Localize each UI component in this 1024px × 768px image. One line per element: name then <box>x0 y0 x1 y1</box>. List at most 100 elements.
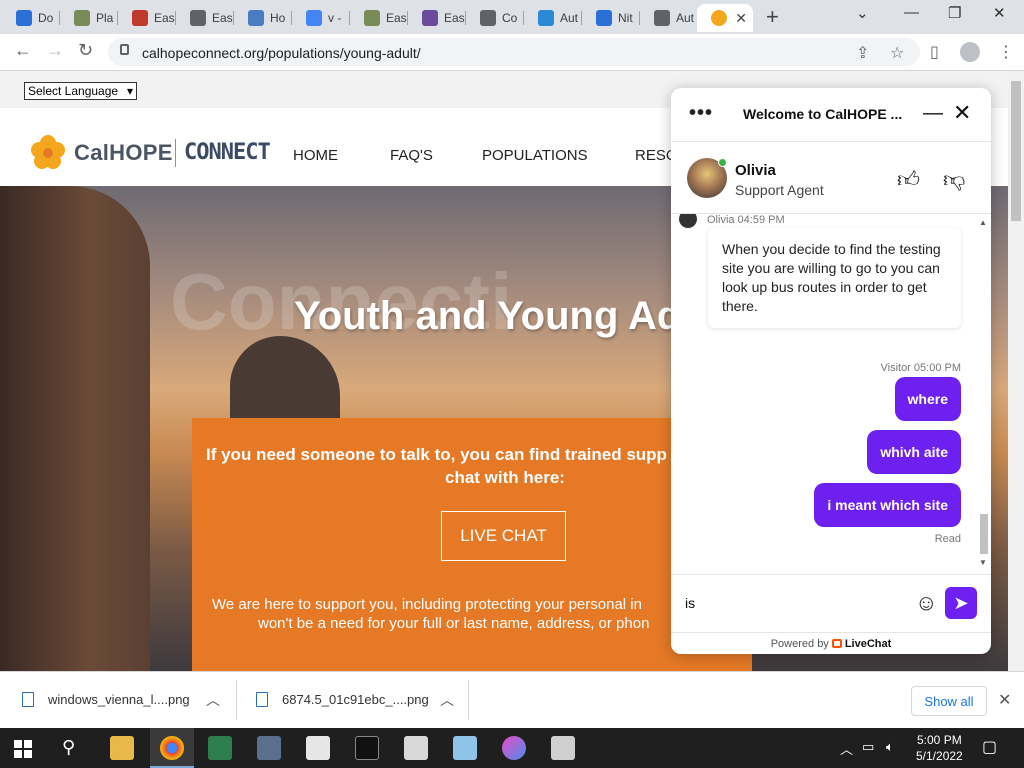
logo-connect[interactable]: CONNECT <box>184 140 271 165</box>
nav-populations[interactable]: POPULATIONS <box>482 147 588 164</box>
emoji-icon[interactable]: ☺ <box>915 590 937 616</box>
browser-tab-label: Eas <box>212 11 233 25</box>
menu-kebab-icon[interactable]: ⋮ <box>998 42 1014 62</box>
chevron-up-icon[interactable]: ︿ <box>440 690 454 710</box>
visitor-message-meta: Visitor 05:00 PM <box>880 362 961 374</box>
thumbs-down-icon[interactable]: 👎︎ <box>943 166 965 193</box>
browser-tab[interactable]: Eas <box>408 4 466 32</box>
network-icon[interactable]: ▭ <box>862 739 874 755</box>
nav-home[interactable]: HOME <box>293 147 338 164</box>
taskbar: ⚲ ︿ ▭ 🔈︎ 5:00 PM 5/1/2022 ▢ <box>0 728 1024 768</box>
close-tab-icon[interactable]: ✕ <box>735 10 747 27</box>
app-icon[interactable] <box>453 736 477 760</box>
browser-tab-label: Do <box>38 11 54 25</box>
support-panel: If you need someone to talk to, you can … <box>192 418 752 671</box>
chat-scrollbar[interactable]: ▲ ▼ <box>977 214 989 570</box>
tray-chevron-icon[interactable]: ︿ <box>840 739 853 758</box>
clock-time: 5:00 PM <box>917 733 962 747</box>
back-button[interactable]: ← <box>14 40 32 61</box>
profile-avatar[interactable] <box>960 42 980 62</box>
flame-icon <box>596 10 612 26</box>
app-icon <box>248 10 264 26</box>
restore-window-button[interactable]: ❐ <box>948 4 961 22</box>
chevron-up-icon[interactable]: ︿ <box>206 690 220 710</box>
download-item[interactable]: 6874.5_01c91ebc_....png <box>256 692 429 707</box>
logo-divider <box>175 139 176 167</box>
browser-tab[interactable]: Aut <box>524 4 582 32</box>
file-icon <box>22 692 34 707</box>
online-status-dot <box>718 158 727 167</box>
bookmark-star-icon[interactable]: ☆ <box>890 43 904 63</box>
windows-start-icon[interactable] <box>14 740 32 758</box>
close-download-bar-icon[interactable]: ✕ <box>998 690 1011 710</box>
logo-text[interactable]: CalHOPE <box>74 140 173 166</box>
browser-tab[interactable]: Eas <box>118 4 176 32</box>
browser-tab[interactable]: Do <box>2 4 60 32</box>
minimize-window-button[interactable]: — <box>904 4 919 21</box>
hero-seastack-image <box>230 336 340 426</box>
browser-tab-label: Eas <box>154 11 175 25</box>
livechat-brand: LiveChat <box>844 638 892 650</box>
browser-tab[interactable]: Ho <box>234 4 292 32</box>
browser-tab[interactable]: Aut <box>640 4 698 32</box>
close-window-button[interactable]: ✕ <box>993 4 1006 22</box>
visitor-message-bubble: whivh aite <box>867 430 961 474</box>
game-icon[interactable] <box>404 736 428 760</box>
scroll-up-arrow-icon[interactable]: ▲ <box>979 218 987 227</box>
notifications-icon[interactable]: ▢ <box>982 737 997 757</box>
send-button[interactable]: ➤ <box>945 587 977 619</box>
game-icon[interactable] <box>551 736 575 760</box>
language-select[interactable]: Select Language <box>24 82 138 100</box>
lock-icon <box>120 44 129 55</box>
app-icon[interactable] <box>208 736 232 760</box>
browser-tab[interactable]: Pla <box>60 4 118 32</box>
thumbs-up-icon[interactable]: 👍︎ <box>897 166 920 193</box>
search-icon[interactable]: ⚲ <box>62 737 75 758</box>
message-composer[interactable]: is ☺ ➤ <box>671 574 991 632</box>
page-scroll-thumb[interactable] <box>1011 81 1021 221</box>
new-tab-button[interactable]: + <box>766 4 779 30</box>
paint-icon[interactable] <box>502 736 526 760</box>
more-options-icon[interactable]: ••• <box>689 102 713 125</box>
7zip-icon[interactable] <box>306 736 330 760</box>
chat-header: ••• Welcome to CalHOPE ... — ✕ <box>671 88 991 142</box>
url-text: calhopeconnect.org/populations/young-adu… <box>142 45 421 61</box>
nav-faqs[interactable]: FAQ'S <box>390 147 433 164</box>
download-item[interactable]: windows_vienna_l....png <box>22 692 190 707</box>
browser-tab[interactable]: Eas <box>350 4 408 32</box>
download-filename: 6874.5_01c91ebc_....png <box>282 692 429 707</box>
browser-tab-label: v - <box>328 11 342 25</box>
browser-tab[interactable]: Eas <box>176 4 234 32</box>
tab-active[interactable]: ✕ <box>697 4 753 32</box>
system-clock[interactable]: 5:00 PM 5/1/2022 <box>916 732 963 764</box>
chrome-icon[interactable] <box>160 736 184 760</box>
browser-tab-label: Eas <box>444 11 465 25</box>
volume-icon[interactable]: 🔈︎ <box>886 739 894 755</box>
live-chat-button[interactable]: LIVE CHAT <box>441 511 566 561</box>
game-icon <box>74 10 90 26</box>
message-input[interactable]: is <box>685 595 695 611</box>
browser-tab[interactable]: Nit <box>582 4 640 32</box>
forward-button[interactable]: → <box>46 40 64 61</box>
reload-button[interactable]: ↻ <box>78 40 93 61</box>
game-icon <box>364 10 380 26</box>
minimize-chat-button[interactable]: — <box>923 102 943 125</box>
address-bar[interactable]: calhopeconnect.org/populations/young-adu… <box>108 38 920 66</box>
browser-tab[interactable]: Co <box>466 4 524 32</box>
page-scrollbar[interactable] <box>1008 71 1024 671</box>
terminal-icon[interactable] <box>355 736 379 760</box>
support-message-line2: chat with here: <box>445 468 565 487</box>
powered-by-footer[interactable]: Powered by LiveChat <box>671 632 991 654</box>
sidebar-icon[interactable]: ▯ <box>930 42 939 62</box>
computer-icon[interactable] <box>257 736 281 760</box>
show-all-downloads-button[interactable]: Show all <box>911 686 987 716</box>
browser-tab[interactable]: v - <box>292 4 350 32</box>
close-chat-button[interactable]: ✕ <box>953 100 971 126</box>
tab-search-icon[interactable]: ⌄ <box>856 4 869 22</box>
chat-scroll-thumb[interactable] <box>980 514 988 554</box>
share-icon[interactable]: ⇪ <box>856 43 869 63</box>
file-explorer-icon[interactable] <box>110 736 134 760</box>
scroll-down-arrow-icon[interactable]: ▼ <box>979 558 987 567</box>
download-divider <box>468 680 469 720</box>
powered-by-text: Powered by <box>770 638 829 650</box>
